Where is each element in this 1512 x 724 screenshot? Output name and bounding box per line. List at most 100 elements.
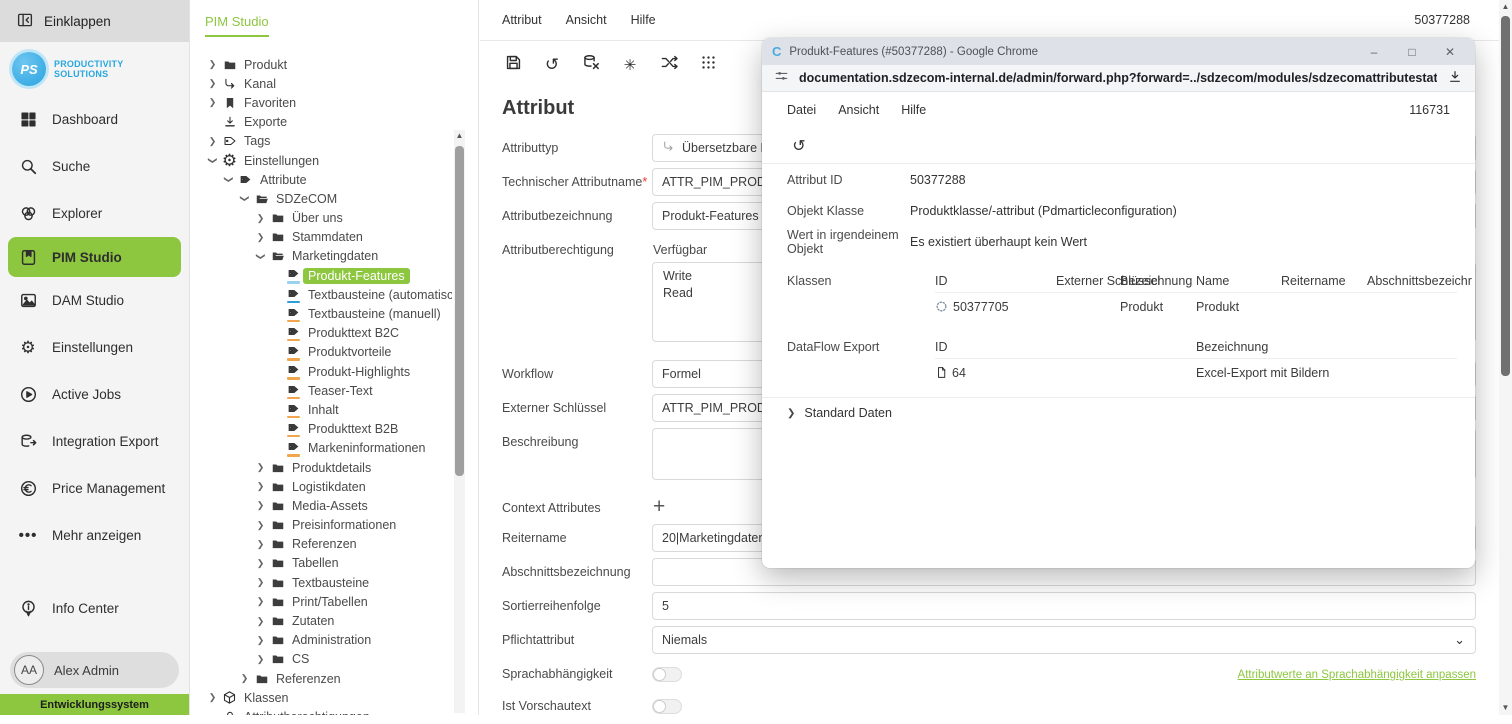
tree-item[interactable]: ❯Tabellen	[190, 554, 452, 573]
sidebar-item-suche[interactable]: Suche	[0, 143, 189, 190]
tree-item[interactable]: Produkt-Features	[190, 266, 452, 285]
page-scrollbar-thumb[interactable]	[1501, 16, 1510, 376]
sidebar-item-integration-export[interactable]: Integration Export	[0, 418, 189, 465]
url-text[interactable]: documentation.sdzecom-internal.de/admin/…	[799, 71, 1437, 85]
chevron-right-icon[interactable]: ❯	[237, 673, 252, 684]
tree-item[interactable]: ❯Über uns	[190, 209, 452, 228]
standard-daten-expander[interactable]: ❯ Standard Daten	[762, 398, 1475, 428]
tree-item[interactable]: ❯Logistikdaten	[190, 477, 452, 496]
popup-url-bar[interactable]: documentation.sdzecom-internal.de/admin/…	[762, 65, 1475, 92]
tree-item[interactable]: ❯Kanal	[190, 74, 452, 93]
sidebar-item-dam-studio[interactable]: DAM Studio	[0, 277, 189, 324]
chevron-right-icon[interactable]: ❯	[253, 558, 268, 569]
download-icon[interactable]	[1447, 69, 1463, 88]
chevron-right-icon[interactable]: ❯	[253, 520, 268, 531]
tree-item[interactable]: ❯Favoriten	[190, 93, 452, 112]
popup-menu-datei[interactable]: Datei	[787, 103, 816, 117]
tree-item[interactable]: ❯Preisinformationen	[190, 516, 452, 535]
tree-item[interactable]: ❯Klassen	[190, 688, 452, 707]
popup-titlebar[interactable]: C Produkt-Features (#50377288) - Google …	[762, 38, 1475, 65]
tree-item[interactable]: ❯Attribute	[190, 170, 452, 189]
popup-menu-ansicht[interactable]: Ansicht	[838, 103, 879, 117]
chevron-right-icon[interactable]: ❯	[253, 213, 268, 224]
close-icon[interactable]: ✕	[1435, 45, 1465, 59]
chevron-right-icon[interactable]: ❯	[205, 97, 220, 108]
impact-button[interactable]: ✳	[618, 53, 642, 77]
chevron-right-icon[interactable]: ❯	[253, 481, 268, 492]
tree-scrollbar-thumb[interactable]	[455, 146, 464, 476]
sidebar-item-dashboard[interactable]: Dashboard	[0, 96, 189, 143]
tree-item[interactable]: Exporte	[190, 113, 452, 132]
tree-item[interactable]: ❯Produktdetails	[190, 458, 452, 477]
site-settings-icon[interactable]	[774, 69, 789, 87]
chevron-right-icon[interactable]: ❯	[253, 616, 268, 627]
popup-menu-hilfe[interactable]: Hilfe	[901, 103, 926, 117]
sidebar-item-info-center[interactable]: Info Center	[0, 585, 189, 632]
chevron-down-icon[interactable]: ❯	[223, 172, 234, 187]
tree-item[interactable]: ❯SDZeCOM	[190, 189, 452, 208]
dataflow-row[interactable]: 64Excel-Export mit Bildern	[762, 363, 1475, 387]
tree-item[interactable]: ❯Referenzen	[190, 535, 452, 554]
ist-vorschautext-toggle[interactable]	[652, 699, 682, 714]
sidebar-item-einstellungen[interactable]: ⚙Einstellungen	[0, 324, 189, 371]
tree-item[interactable]: Produkttext B2B	[190, 420, 452, 439]
adjust-language-dependency-link[interactable]: Attributwerte an Sprachabhängigkeit anpa…	[1238, 669, 1476, 682]
scroll-up-icon[interactable]: ▲	[1499, 0, 1512, 14]
tree-item[interactable]: ❯⚙Einstellungen	[190, 151, 452, 170]
tree-item[interactable]: ❯CS	[190, 650, 452, 669]
clear-cache-button[interactable]	[579, 53, 603, 77]
chevron-right-icon[interactable]: ❯	[253, 539, 268, 550]
user-menu[interactable]: AA Alex Admin	[10, 652, 179, 688]
tree-item[interactable]: Teaser-Text	[190, 381, 452, 400]
tree-item[interactable]: Markeninformationen	[190, 439, 452, 458]
tree-item[interactable]: ❯Textbausteine	[190, 573, 452, 592]
tree-item[interactable]: ❯Administration	[190, 631, 452, 650]
tree-item[interactable]: Textbausteine (automatisch)	[190, 285, 452, 304]
chevron-right-icon[interactable]: ❯	[205, 78, 220, 89]
minimize-icon[interactable]: –	[1359, 45, 1389, 59]
scroll-up-icon[interactable]: ▲	[454, 130, 465, 142]
chevron-right-icon[interactable]: ❯	[205, 59, 220, 70]
chevron-right-icon[interactable]: ❯	[253, 654, 268, 665]
sidebar-item-pim-studio[interactable]: PIM Studio	[8, 237, 181, 277]
save-button[interactable]	[501, 53, 525, 77]
sortierreihenfolge-input[interactable]: 5	[652, 592, 1476, 620]
tree-item[interactable]: ❯Marketingdaten	[190, 247, 452, 266]
sidebar-item-mehr-anzeigen[interactable]: •••Mehr anzeigen	[0, 512, 189, 559]
refresh-icon[interactable]: ↺	[787, 134, 811, 158]
tree-item[interactable]: Attributberechtigungen	[190, 707, 452, 715]
chevron-right-icon[interactable]: ❯	[205, 692, 220, 703]
chevron-down-icon[interactable]: ❯	[255, 249, 266, 264]
chevron-right-icon[interactable]: ❯	[253, 635, 268, 646]
tree-item[interactable]: Produktvorteile	[190, 343, 452, 362]
tree-item[interactable]: ❯Print/Tabellen	[190, 592, 452, 611]
tree-item[interactable]: ❯Tags	[190, 132, 452, 151]
shuffle-button[interactable]	[657, 53, 681, 77]
sidebar-item-active-jobs[interactable]: Active Jobs	[0, 371, 189, 418]
chevron-right-icon[interactable]: ❯	[253, 577, 268, 588]
tree-scrollbar[interactable]: ▲	[454, 130, 465, 713]
sidebar-item-price-management[interactable]: Price Management	[0, 465, 189, 512]
scroll-down-icon[interactable]: ▼	[1499, 701, 1512, 715]
tree-item[interactable]: ❯Stammdaten	[190, 228, 452, 247]
menu-hilfe[interactable]: Hilfe	[631, 13, 656, 27]
tree-item[interactable]: Produkttext B2C	[190, 324, 452, 343]
grid-button[interactable]	[696, 53, 720, 77]
tree-item[interactable]: ❯Media-Assets	[190, 496, 452, 515]
chevron-right-icon[interactable]: ❯	[253, 596, 268, 607]
menu-ansicht[interactable]: Ansicht	[566, 13, 607, 27]
chevron-down-icon[interactable]: ❯	[207, 153, 218, 168]
chevron-right-icon[interactable]: ❯	[253, 462, 268, 473]
klassen-row[interactable]: 50377705ProduktProdukt	[762, 297, 1475, 321]
collapse-sidebar-button[interactable]: Einklappen	[0, 0, 189, 42]
tree-item[interactable]: Produkt-Highlights	[190, 362, 452, 381]
tree-item[interactable]: Inhalt	[190, 400, 452, 419]
maximize-icon[interactable]: □	[1397, 45, 1427, 59]
tree-item[interactable]: ❯Zutaten	[190, 611, 452, 630]
tab-pim-studio[interactable]: PIM Studio	[205, 14, 269, 37]
sprachabhaengigkeit-toggle[interactable]	[652, 667, 682, 682]
page-scrollbar[interactable]: ▲ ▼	[1499, 0, 1512, 715]
chevron-down-icon[interactable]: ❯	[239, 191, 250, 206]
tree-item[interactable]: Textbausteine (manuell)	[190, 304, 452, 323]
chevron-right-icon[interactable]: ❯	[253, 232, 268, 243]
